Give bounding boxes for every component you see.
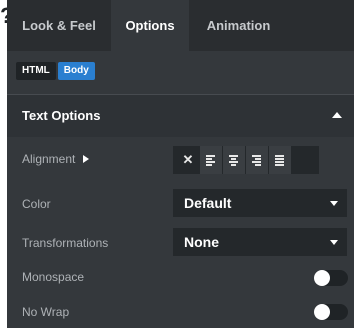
- tab-look-and-feel[interactable]: Look & Feel: [7, 0, 111, 51]
- monospace-label: Monospace: [22, 270, 85, 284]
- options-panel: Look & Feel Options Animation HTML Body T…: [7, 0, 354, 328]
- toggle-knob: [314, 304, 330, 320]
- transformations-select[interactable]: None: [173, 228, 347, 256]
- body-chip[interactable]: Body: [57, 62, 95, 80]
- tab-animation[interactable]: Animation: [189, 0, 288, 51]
- nowrap-label: No Wrap: [22, 305, 70, 319]
- alignment-button-group: ✕: [173, 146, 319, 174]
- alignment-label-text: Alignment: [22, 152, 76, 166]
- cut-off-glyph: ?: [0, 6, 7, 26]
- element-switcher: HTML Body: [16, 62, 95, 80]
- monospace-toggle[interactable]: [314, 270, 348, 286]
- transformations-label: Transformations: [22, 236, 109, 250]
- html-chip[interactable]: HTML: [16, 62, 56, 80]
- collapse-icon[interactable]: [332, 112, 342, 118]
- tab-options[interactable]: Options: [111, 0, 189, 51]
- alignment-label[interactable]: Alignment: [22, 152, 90, 166]
- chevron-down-icon: [330, 201, 338, 206]
- expand-arrow-icon: [83, 154, 90, 163]
- justify-icon[interactable]: [269, 146, 291, 174]
- tab-bar: Look & Feel Options Animation: [7, 0, 354, 51]
- align-left-icon[interactable]: [200, 146, 222, 174]
- nowrap-toggle[interactable]: [314, 304, 348, 320]
- toggle-knob: [314, 270, 330, 286]
- align-right-icon[interactable]: [246, 146, 268, 174]
- align-center-icon[interactable]: [223, 146, 245, 174]
- color-select-value: Default: [184, 195, 232, 211]
- section-title: Text Options: [22, 108, 101, 123]
- transformations-select-value: None: [184, 234, 219, 250]
- clear-alignment-icon[interactable]: ✕: [177, 146, 199, 174]
- color-select[interactable]: Default: [173, 189, 347, 217]
- section-header-text-options[interactable]: Text Options: [7, 95, 354, 137]
- chevron-down-icon: [330, 240, 338, 245]
- color-label: Color: [22, 197, 51, 211]
